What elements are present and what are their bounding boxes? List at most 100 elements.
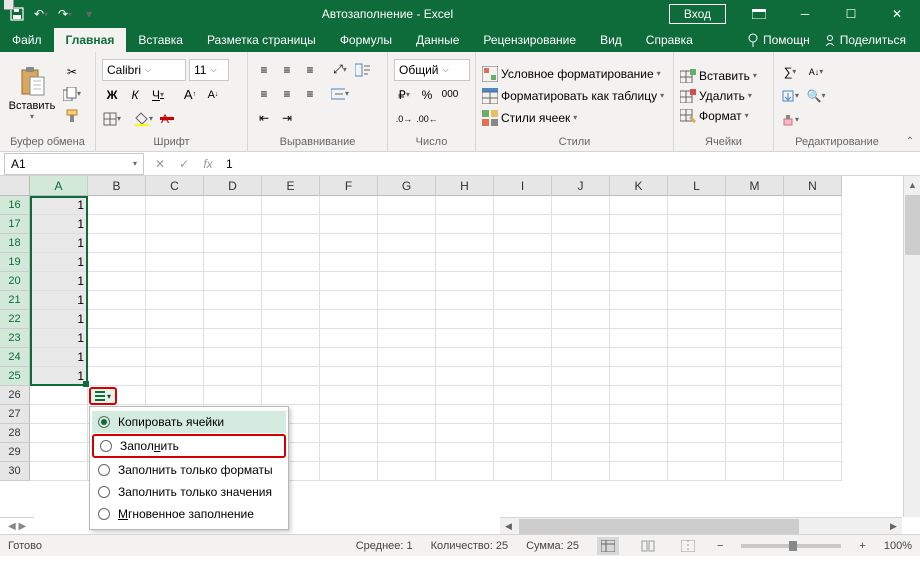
- cell[interactable]: [378, 367, 436, 386]
- increase-indent-icon[interactable]: ⇥: [277, 108, 297, 128]
- column-header[interactable]: N: [784, 176, 842, 196]
- menu-fill-formats[interactable]: Заполнить только форматы: [92, 459, 286, 481]
- column-header[interactable]: D: [204, 176, 262, 196]
- cell[interactable]: [30, 386, 88, 405]
- cell[interactable]: [494, 329, 552, 348]
- zoom-in-icon[interactable]: +: [859, 540, 865, 552]
- align-top-icon[interactable]: ≡: [254, 60, 274, 80]
- tab-view[interactable]: Вид: [588, 28, 634, 52]
- cancel-formula-icon[interactable]: ✕: [148, 157, 172, 171]
- row-header[interactable]: 22: [0, 310, 30, 329]
- cell[interactable]: [436, 253, 494, 272]
- cell[interactable]: [552, 443, 610, 462]
- cell[interactable]: [552, 234, 610, 253]
- cell[interactable]: [494, 348, 552, 367]
- cell[interactable]: [610, 405, 668, 424]
- vertical-scrollbar[interactable]: ▲: [903, 176, 920, 517]
- cell[interactable]: [668, 367, 726, 386]
- cell[interactable]: [610, 424, 668, 443]
- cell[interactable]: [30, 462, 88, 481]
- redo-icon[interactable]: ↷▾: [56, 5, 74, 23]
- merge-icon[interactable]: ▾: [330, 84, 350, 104]
- cell[interactable]: [726, 367, 784, 386]
- cell[interactable]: 1: [30, 196, 88, 215]
- cell[interactable]: [494, 234, 552, 253]
- cell[interactable]: [552, 405, 610, 424]
- paste-button[interactable]: Вставить ▾: [6, 56, 58, 131]
- cell[interactable]: [726, 272, 784, 291]
- cell[interactable]: [784, 443, 842, 462]
- cell[interactable]: [146, 386, 204, 405]
- cell[interactable]: [320, 310, 378, 329]
- sheet-nav[interactable]: ◀ ▶: [0, 517, 34, 534]
- row-header[interactable]: 19: [0, 253, 30, 272]
- dialog-launcher-icon[interactable]: [4, 0, 14, 10]
- cell[interactable]: [378, 310, 436, 329]
- cell[interactable]: [262, 234, 320, 253]
- cell[interactable]: [262, 348, 320, 367]
- row-header[interactable]: 20: [0, 272, 30, 291]
- cell[interactable]: [204, 386, 262, 405]
- ribbon-display-icon[interactable]: [736, 0, 782, 28]
- wrap-text-icon[interactable]: [353, 60, 373, 80]
- delete-cells-button[interactable]: Удалить▾: [680, 89, 757, 103]
- cell[interactable]: [784, 386, 842, 405]
- cell[interactable]: [552, 329, 610, 348]
- cell[interactable]: [436, 424, 494, 443]
- cell[interactable]: 1: [30, 329, 88, 348]
- cell[interactable]: [668, 196, 726, 215]
- cell[interactable]: [378, 386, 436, 405]
- cell[interactable]: [320, 443, 378, 462]
- row-header[interactable]: 29: [0, 443, 30, 462]
- cell[interactable]: [610, 272, 668, 291]
- cell[interactable]: [320, 215, 378, 234]
- insert-cells-button[interactable]: Вставить▾: [680, 69, 757, 83]
- cell[interactable]: [204, 253, 262, 272]
- cell[interactable]: [552, 272, 610, 291]
- enter-formula-icon[interactable]: ✓: [172, 157, 196, 171]
- cell[interactable]: [88, 310, 146, 329]
- cell[interactable]: [146, 367, 204, 386]
- cell[interactable]: [610, 196, 668, 215]
- cell[interactable]: [320, 424, 378, 443]
- cell[interactable]: [784, 310, 842, 329]
- cell[interactable]: [552, 310, 610, 329]
- row-header[interactable]: 27: [0, 405, 30, 424]
- cell[interactable]: 1: [30, 291, 88, 310]
- decrease-font-icon[interactable]: A↓: [203, 85, 223, 105]
- cell[interactable]: [320, 329, 378, 348]
- cell[interactable]: [204, 367, 262, 386]
- cell[interactable]: [668, 272, 726, 291]
- cell[interactable]: [88, 234, 146, 253]
- cell[interactable]: [146, 272, 204, 291]
- row-header[interactable]: 25: [0, 367, 30, 386]
- cell[interactable]: [668, 215, 726, 234]
- cell[interactable]: [668, 386, 726, 405]
- cell[interactable]: [320, 291, 378, 310]
- cell[interactable]: [784, 329, 842, 348]
- cell[interactable]: [320, 272, 378, 291]
- cell[interactable]: [436, 348, 494, 367]
- cell[interactable]: [204, 310, 262, 329]
- tell-me[interactable]: Помощн: [747, 33, 810, 47]
- cell[interactable]: [552, 291, 610, 310]
- cell[interactable]: [436, 310, 494, 329]
- cell[interactable]: [610, 329, 668, 348]
- cell[interactable]: [436, 443, 494, 462]
- name-box[interactable]: A1▾: [4, 153, 144, 175]
- row-header[interactable]: 26: [0, 386, 30, 405]
- cell[interactable]: [30, 424, 88, 443]
- italic-button[interactable]: К: [125, 85, 145, 105]
- cell[interactable]: [262, 196, 320, 215]
- cell[interactable]: [552, 253, 610, 272]
- close-button[interactable]: ✕: [874, 0, 920, 28]
- cell[interactable]: [88, 196, 146, 215]
- menu-fill-series[interactable]: Заполнить: [92, 434, 286, 458]
- row-header[interactable]: 28: [0, 424, 30, 443]
- cell[interactable]: [320, 234, 378, 253]
- column-header[interactable]: A: [30, 176, 88, 196]
- cell[interactable]: [378, 443, 436, 462]
- cell[interactable]: [320, 405, 378, 424]
- cell[interactable]: [668, 291, 726, 310]
- login-button[interactable]: Вход: [669, 4, 726, 24]
